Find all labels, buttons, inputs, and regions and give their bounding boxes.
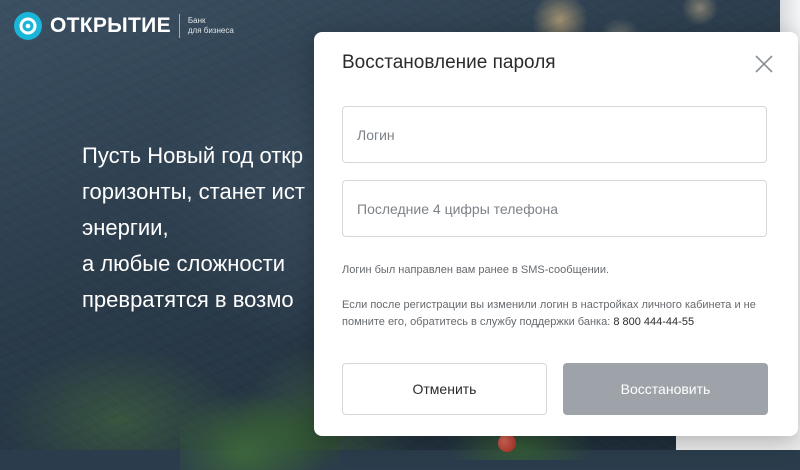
brand-subtitle: Банк для бизнеса bbox=[188, 16, 234, 36]
support-phone-number[interactable]: 8 800 444-44-55 bbox=[613, 316, 694, 328]
restore-button[interactable]: Восстановить bbox=[563, 363, 768, 415]
promo-line: горизонты, станет ист bbox=[82, 179, 305, 204]
promo-line: превратятся в возмо bbox=[82, 287, 294, 312]
login-input[interactable] bbox=[342, 106, 767, 163]
promo-text: Пусть Новый год откр горизонты, станет и… bbox=[82, 138, 305, 318]
close-icon bbox=[755, 55, 773, 73]
cancel-button[interactable]: Отменить bbox=[342, 363, 547, 415]
promo-line: энергии, bbox=[82, 215, 169, 240]
support-hint-text: Если после регистрации вы изменили логин… bbox=[342, 297, 772, 331]
brand-name: ОТКРЫТИЕ bbox=[50, 14, 171, 37]
promo-line: Пусть Новый год откр bbox=[82, 143, 304, 168]
brand-header[interactable]: ОТКРЫТИЕ Банк для бизнеса bbox=[14, 10, 234, 42]
berry-decoration bbox=[498, 434, 516, 452]
background-page-bottom-edge bbox=[676, 436, 800, 450]
promo-line: а любые сложности bbox=[82, 251, 285, 276]
brand-subtitle-line2: для бизнеса bbox=[187, 26, 234, 35]
otkrytie-logo-icon bbox=[14, 12, 42, 40]
close-button[interactable] bbox=[750, 50, 778, 78]
brand-divider bbox=[178, 14, 180, 38]
phone-last-digits-input[interactable] bbox=[342, 180, 767, 237]
password-recovery-dialog: Восстановление пароля Логин был направле… bbox=[314, 32, 798, 436]
brand-subtitle-line1: Банк bbox=[187, 16, 206, 25]
dialog-title: Восстановление пароля bbox=[342, 52, 556, 73]
sms-hint-text: Логин был направлен вам ранее в SMS-сооб… bbox=[342, 264, 610, 276]
